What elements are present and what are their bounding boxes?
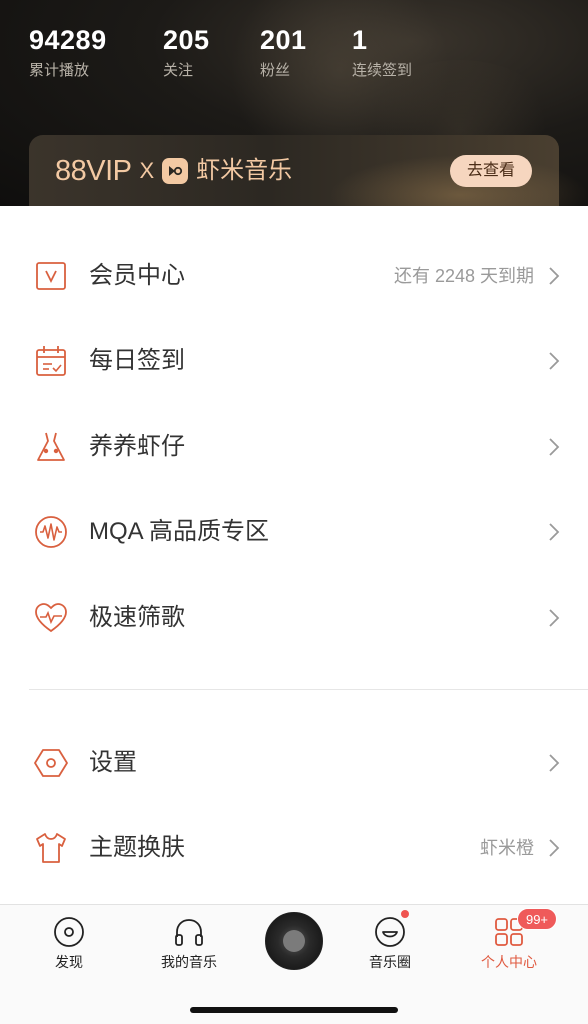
chevron-right-icon — [549, 267, 560, 285]
chevron-right-icon — [549, 438, 560, 456]
notification-dot — [401, 910, 409, 918]
menu-item-label: 设置 — [89, 749, 137, 776]
disc-icon — [54, 917, 84, 947]
waveform-icon — [33, 514, 69, 550]
tab-label: 个人中心 — [481, 954, 537, 970]
menu-item-label: MQA 高品质专区 — [89, 518, 270, 545]
stat-followers[interactable]: 201 粉丝 — [260, 24, 307, 82]
tab-label: 音乐圈 — [369, 954, 411, 970]
current-theme-text: 虾米橙 — [480, 838, 534, 858]
menu-item-member-center[interactable]: 会员中心 还有 2248 天到期 — [0, 241, 588, 311]
vip-x-text: X — [139, 158, 155, 183]
notification-count-badge: 99+ — [517, 908, 557, 930]
menu-item-label: 养养虾仔 — [89, 433, 185, 460]
tab-music-circle[interactable]: 音乐圈 — [340, 915, 440, 971]
menu-item-raise-shrimp[interactable]: 养养虾仔 — [0, 412, 588, 482]
membership-expiry-text: 还有 2248 天到期 — [393, 266, 534, 286]
vip-card-icon — [33, 258, 69, 294]
chevron-right-icon — [549, 754, 560, 772]
shrimp-pet-icon — [33, 429, 69, 465]
now-playing-cover — [283, 930, 305, 952]
stat-label: 粉丝 — [260, 62, 291, 79]
stat-checkin-streak[interactable]: 1 连续签到 — [352, 24, 412, 82]
stat-plays[interactable]: 94289 累计播放 — [29, 24, 107, 82]
menu-item-label: 每日签到 — [89, 347, 185, 374]
vip-banner[interactable]: 88VIP X 虾米音乐 去查看 — [29, 135, 588, 206]
vip-brand-text: 虾米音乐 — [196, 157, 293, 184]
headphones-icon — [175, 919, 203, 946]
now-playing-disc[interactable] — [265, 912, 323, 970]
heart-pulse-icon — [33, 600, 69, 636]
smile-icon — [375, 917, 405, 947]
vip-banner-title: 88VIP X 虾米音乐 — [55, 151, 292, 191]
tab-my-music[interactable]: 我的音乐 — [139, 915, 239, 971]
menu-item-settings[interactable]: 设置 — [0, 728, 588, 798]
section-divider — [29, 689, 588, 690]
stat-value: 94289 — [29, 25, 107, 55]
vip-88-text: 88VIP — [55, 155, 132, 187]
menu-item-fast-song-filter[interactable]: 极速筛歌 — [0, 583, 588, 653]
calendar-icon — [33, 343, 69, 379]
chevron-right-icon — [549, 839, 560, 857]
menu-item-mqa-zone[interactable]: MQA 高品质专区 — [0, 497, 588, 567]
menu-item-label: 会员中心 — [89, 262, 185, 289]
view-vip-button[interactable]: 去查看 — [450, 155, 532, 187]
stat-label: 累计播放 — [29, 62, 90, 79]
stat-label: 连续签到 — [352, 62, 413, 79]
settings-hexagon-icon — [33, 745, 69, 781]
tshirt-icon — [33, 830, 69, 866]
xiami-logo-icon — [162, 158, 189, 184]
menu-item-label: 主题换肤 — [89, 834, 185, 861]
tab-label: 我的音乐 — [161, 954, 217, 970]
tab-label: 发现 — [55, 954, 83, 970]
chevron-right-icon — [549, 352, 560, 370]
stat-label: 关注 — [163, 62, 194, 79]
chevron-right-icon — [549, 523, 560, 541]
menu-item-label: 极速筛歌 — [89, 604, 185, 631]
profile-header: 94289 累计播放 205 关注 201 粉丝 1 连续签到 88VIP X — [0, 0, 588, 206]
stat-following[interactable]: 205 关注 — [163, 24, 210, 82]
stat-value: 201 — [260, 25, 307, 55]
stat-value: 1 — [352, 25, 368, 55]
menu-item-theme-skin[interactable]: 主题换肤 虾米橙 — [0, 813, 588, 883]
menu-item-daily-checkin[interactable]: 每日签到 — [0, 326, 588, 396]
stat-value: 205 — [163, 25, 210, 55]
tab-discover[interactable]: 发现 — [19, 915, 119, 971]
stats-bar: 94289 累计播放 205 关注 201 粉丝 1 连续签到 — [0, 24, 588, 94]
home-indicator[interactable] — [190, 1007, 398, 1013]
chevron-right-icon — [549, 609, 560, 627]
